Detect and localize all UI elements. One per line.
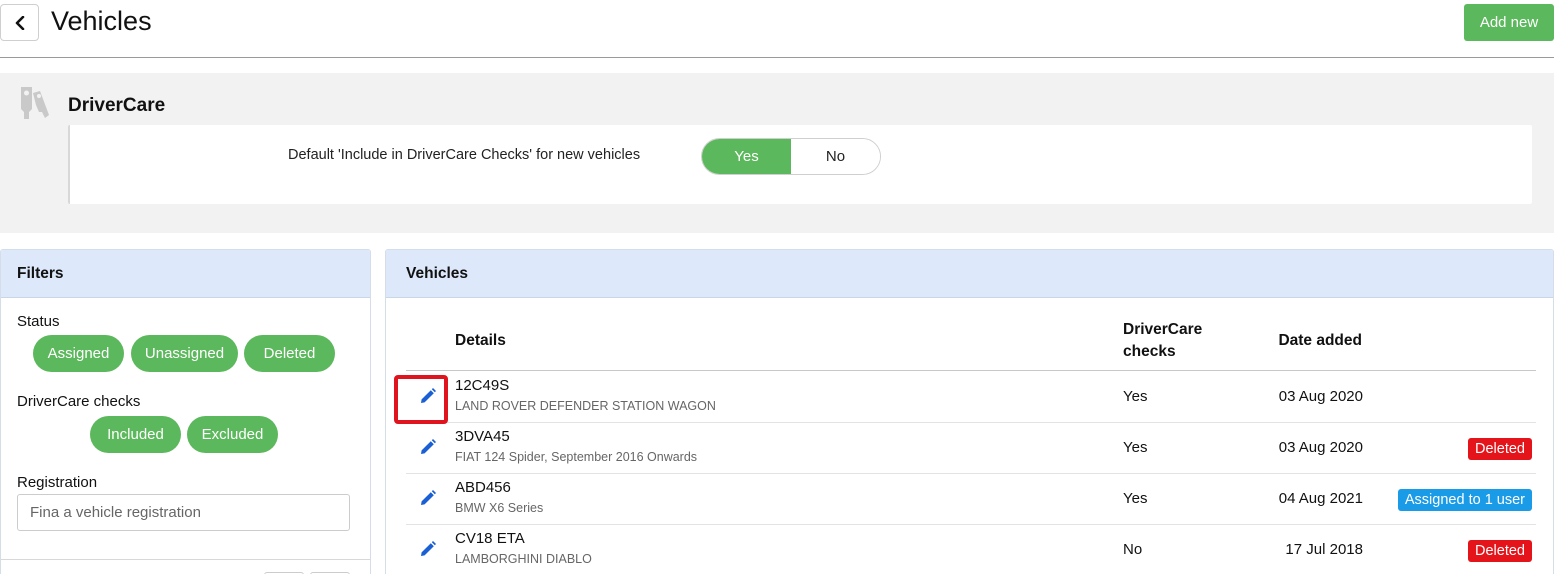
vehicle-drivercare: No — [1123, 541, 1143, 558]
table-row[interactable]: 12C49S LAND ROVER DEFENDER STATION WAGON… — [406, 372, 1536, 423]
vehicle-registration: 3DVA45 — [455, 428, 510, 445]
vehicle-date-added: 03 Aug 2020 — [1278, 388, 1363, 405]
pencil-icon — [421, 490, 436, 505]
table-row[interactable]: CV18 ETA LAMBORGHINI DIABLO No 17 Jul 20… — [406, 525, 1536, 574]
registration-label: Registration — [17, 474, 98, 491]
status-badge: Deleted — [1468, 438, 1532, 460]
edit-vehicle-button[interactable] — [418, 386, 438, 406]
vehicle-drivercare: Yes — [1123, 388, 1148, 405]
vehicle-date-added: 04 Aug 2021 — [1278, 490, 1363, 507]
vehicle-drivercare: Yes — [1123, 439, 1148, 456]
toggle-no-button[interactable]: No — [791, 139, 880, 174]
default-include-label: Default 'Include in DriverCare Checks' f… — [288, 147, 641, 163]
pencil-icon — [421, 388, 436, 403]
keys-icon — [21, 87, 49, 119]
vehicle-registration: 12C49S — [455, 377, 510, 394]
vehicles-title: Vehicles — [386, 250, 1553, 298]
status-badge: Deleted — [1468, 540, 1532, 562]
pencil-icon — [421, 439, 436, 454]
drivercare-settings: Default 'Include in DriverCare Checks' f… — [68, 125, 1532, 204]
table-row[interactable]: ABD456 BMW X6 Series Yes 04 Aug 2021 Ass… — [406, 474, 1536, 525]
drivercare-title: DriverCare — [68, 95, 166, 116]
page-header: Vehicles Add new — [0, 0, 1554, 58]
drivercare-panel: DriverCare Default 'Include in DriverCar… — [0, 73, 1554, 233]
pencil-icon — [421, 541, 436, 556]
status-badge: Assigned to 1 user — [1397, 489, 1532, 511]
toggle-yes-button[interactable]: Yes — [702, 139, 791, 174]
add-new-button[interactable]: Add new — [1464, 4, 1554, 41]
column-details[interactable]: Details — [455, 332, 506, 350]
edit-vehicle-button[interactable] — [418, 539, 438, 559]
filter-included[interactable]: Included — [90, 416, 181, 453]
vehicle-registration: CV18 ETA — [455, 530, 525, 547]
status-label: Status — [17, 313, 60, 330]
edit-vehicle-button[interactable] — [418, 437, 438, 457]
page-title: Vehicles — [51, 6, 152, 36]
back-button[interactable] — [0, 4, 39, 41]
filters-title: Filters — [1, 250, 370, 298]
chevron-left-icon — [15, 15, 24, 30]
filter-assigned[interactable]: Assigned — [33, 335, 124, 372]
vehicle-drivercare: Yes — [1123, 490, 1148, 507]
column-date-added[interactable]: Date added — [1278, 332, 1362, 350]
vehicle-date-added: 03 Aug 2020 — [1278, 439, 1363, 456]
filters-divider — [1, 559, 370, 560]
edit-vehicle-button[interactable] — [418, 488, 438, 508]
vehicle-model: FIAT 124 Spider, September 2016 Onwards — [455, 450, 698, 464]
vehicle-model: BMW X6 Series — [455, 501, 544, 515]
vehicle-date-added: 17 Jul 2018 — [1285, 541, 1363, 558]
filters-panel: Filters Status Assigned Unassigned Delet… — [0, 249, 371, 574]
column-drivercare[interactable]: DriverCare checks — [1123, 321, 1202, 361]
vehicles-panel: Vehicles Details DriverCare checks Date … — [385, 249, 1554, 574]
registration-search-input[interactable] — [17, 494, 350, 531]
include-toggle: Yes No — [701, 138, 881, 175]
drivercare-checks-label: DriverCare checks — [17, 393, 141, 410]
column-drivercare-line1: DriverCare — [1123, 321, 1203, 338]
table-header-divider — [406, 370, 1536, 371]
vehicle-model: LAND ROVER DEFENDER STATION WAGON — [455, 399, 716, 413]
vehicle-registration: ABD456 — [455, 479, 511, 496]
table-row[interactable]: 3DVA45 FIAT 124 Spider, September 2016 O… — [406, 423, 1536, 474]
vehicle-model: LAMBORGHINI DIABLO — [455, 552, 592, 566]
filter-deleted[interactable]: Deleted — [244, 335, 335, 372]
filter-excluded[interactable]: Excluded — [187, 416, 278, 453]
column-drivercare-line2: checks — [1123, 343, 1176, 360]
filter-unassigned[interactable]: Unassigned — [131, 335, 238, 372]
